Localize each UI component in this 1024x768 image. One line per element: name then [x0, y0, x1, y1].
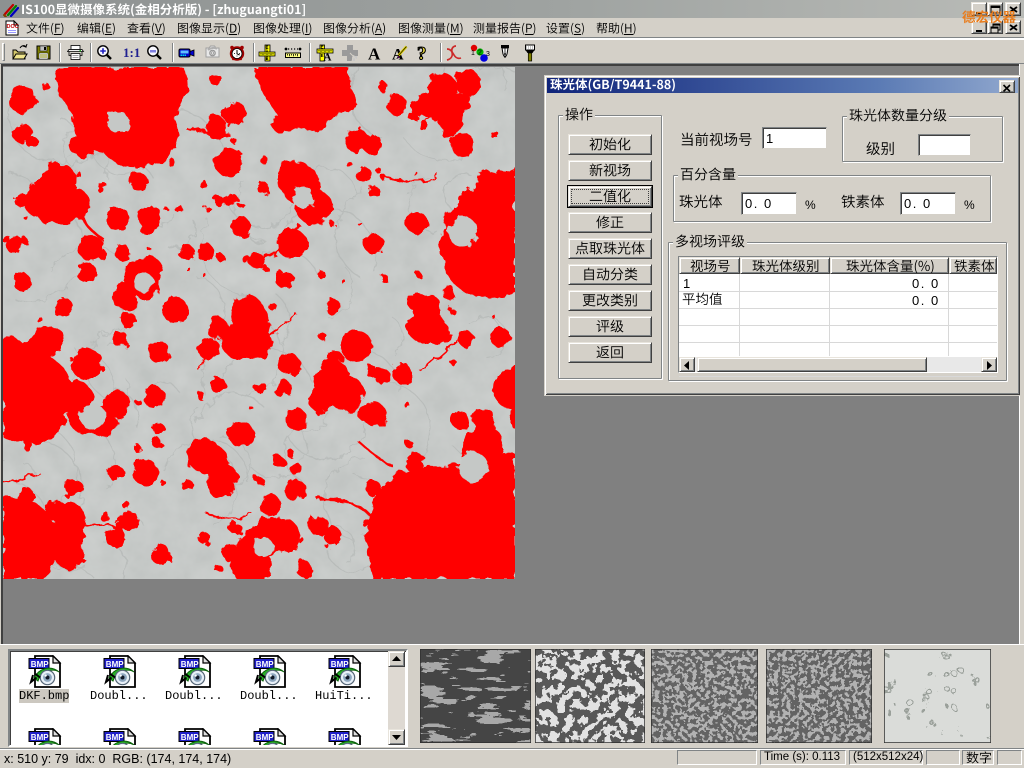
- svg-text:BMP: BMP: [331, 660, 349, 669]
- svg-text:BMP: BMP: [106, 733, 124, 742]
- svg-text:BMP: BMP: [31, 733, 49, 742]
- svg-text:?: ?: [417, 44, 427, 62]
- svg-text:A: A: [368, 45, 381, 63]
- svg-text:E: E: [266, 56, 269, 61]
- svg-text:BMP: BMP: [31, 660, 49, 669]
- svg-text:BMP: BMP: [331, 733, 349, 742]
- svg-text:1:1: 1:1: [123, 45, 140, 60]
- svg-text:3: 3: [486, 51, 490, 58]
- svg-text:E: E: [266, 45, 269, 50]
- svg-text:BMP: BMP: [181, 733, 199, 742]
- svg-text:1: 1: [471, 50, 475, 57]
- svg-text:BMP: BMP: [256, 660, 274, 669]
- svg-text:DOC: DOC: [7, 24, 19, 30]
- svg-text:BMP: BMP: [106, 660, 124, 669]
- svg-text:BMP: BMP: [181, 660, 199, 669]
- svg-text:E: E: [321, 44, 324, 49]
- svg-text:A: A: [324, 52, 332, 63]
- svg-text:BMP: BMP: [256, 733, 274, 742]
